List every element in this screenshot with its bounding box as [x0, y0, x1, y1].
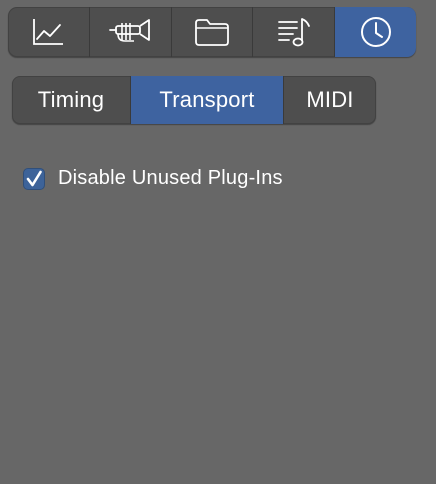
preferences-toolbar — [8, 7, 416, 57]
disable-unused-plugins-checkbox[interactable] — [23, 167, 45, 190]
toolbar-button-instrument[interactable] — [90, 7, 172, 57]
tab-timing[interactable]: Timing — [12, 76, 131, 124]
checkmark-icon — [26, 170, 42, 186]
section-tabs: Timing Transport MIDI — [12, 76, 376, 124]
tab-transport[interactable]: Transport — [131, 76, 284, 124]
tab-midi[interactable]: MIDI — [284, 76, 376, 124]
toolbar-button-clock[interactable] — [335, 7, 416, 57]
disable-unused-plugins-option[interactable]: Disable Unused Plug-Ins — [23, 167, 283, 190]
folder-icon — [195, 19, 229, 46]
toolbar-button-score[interactable] — [253, 7, 336, 57]
music-score-icon — [277, 18, 310, 47]
clock-icon — [360, 17, 391, 47]
trumpet-icon — [109, 19, 151, 42]
toolbar-button-graph[interactable] — [8, 7, 90, 57]
disable-unused-plugins-label: Disable Unused Plug-Ins — [58, 167, 283, 189]
toolbar-button-files[interactable] — [172, 7, 254, 57]
line-chart-icon — [33, 19, 64, 45]
